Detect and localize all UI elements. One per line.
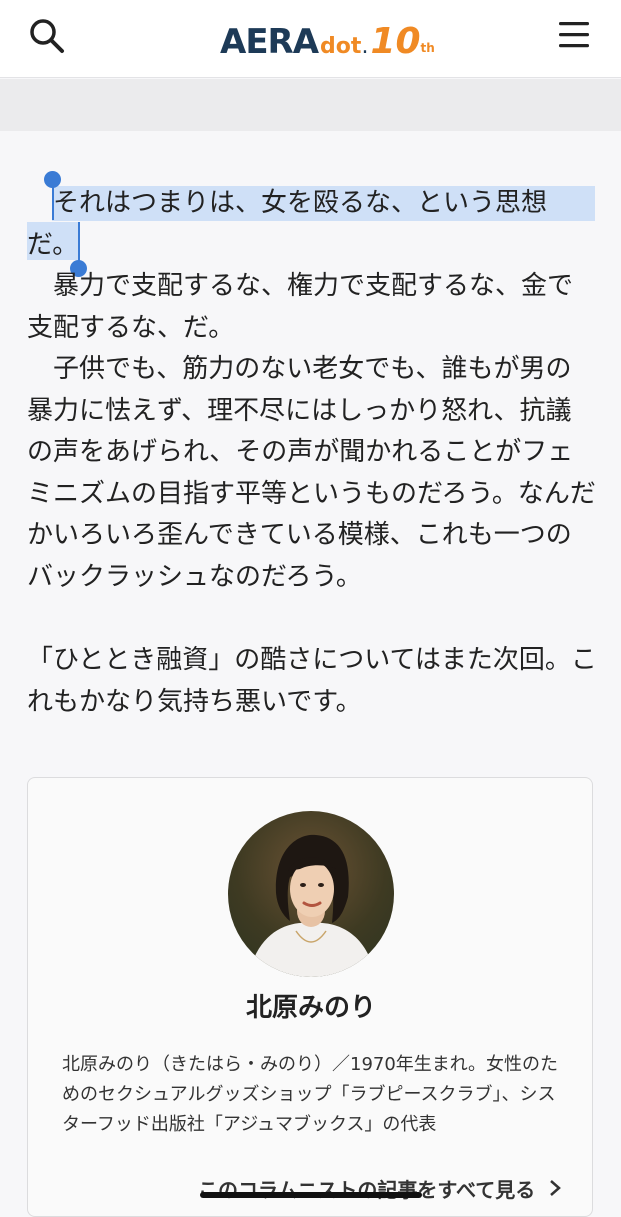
site-logo[interactable]: AERA dot . 10 th: [220, 12, 435, 63]
search-icon: [30, 19, 64, 53]
author-all-articles-label: このコラムニストの記事をすべて見る: [198, 1178, 536, 1202]
logo-main-text: AERA: [220, 22, 319, 62]
author-avatar: [228, 811, 394, 977]
logo-sub-text: dot: [320, 34, 362, 59]
author-bio: 北原みのり（きたはら・みのり）／1970年生まれ。女性のためのセクシュアルグッズ…: [62, 1054, 558, 1135]
selected-text[interactable]: それはつまりは、女を殴るな、という思想だ。: [27, 188, 547, 260]
author-portrait-image: [248, 834, 376, 977]
chevron-right-icon: [550, 1180, 562, 1196]
article-selected-paragraph[interactable]: それはつまりは、女を殴るな、という思想だ。: [27, 183, 597, 266]
author-all-articles-link[interactable]: このコラムニストの記事をすべて見る: [198, 1174, 578, 1203]
selection-start-handle-line[interactable]: [52, 184, 54, 220]
search-button[interactable]: [26, 16, 68, 58]
hamburger-menu-icon: [559, 22, 589, 48]
article-paragraph-1: 暴力で支配するな、権力で支配するな、金で支配するな、だ。: [27, 266, 597, 349]
logo-dot-text: .: [361, 34, 369, 59]
author-profile-card: 北原みのり 北原みのり（きたはら・みのり）／1970年生まれ。女性のためのセクシ…: [27, 777, 593, 1217]
selection-start-handle[interactable]: [44, 171, 61, 188]
author-name[interactable]: 北原みのり: [28, 988, 594, 1028]
menu-button[interactable]: [557, 18, 591, 52]
ad-banner-placeholder: [0, 79, 621, 131]
article-paragraph-3: 「ひととき融資」の酷さについてはまた次回。これもかなり気持ち悪いです。: [27, 640, 597, 723]
paragraph-2-text: 子供でも、筋力のない老女でも、誰もが男の暴力に怯えず、理不尽にはしっかり怒れ、抗…: [27, 354, 596, 592]
home-indicator[interactable]: [200, 1192, 422, 1198]
paragraph-1-text: 暴力で支配するな、権力で支配するな、金で支配するな、だ。: [27, 271, 574, 343]
article-paragraph-2: 子供でも、筋力のない老女でも、誰もが男の暴力に怯えず、理不尽にはしっかり怒れ、抗…: [27, 349, 597, 598]
site-header: AERA dot . 10 th: [0, 0, 621, 78]
paragraph-3-text: 「ひととき融資」の酷さについてはまた次回。これもかなり気持ち悪いです。: [27, 645, 597, 717]
logo-anniversary-number: 10: [370, 21, 421, 62]
selection-end-handle-line[interactable]: [78, 222, 80, 262]
logo-anniversary-suffix: th: [420, 41, 435, 55]
